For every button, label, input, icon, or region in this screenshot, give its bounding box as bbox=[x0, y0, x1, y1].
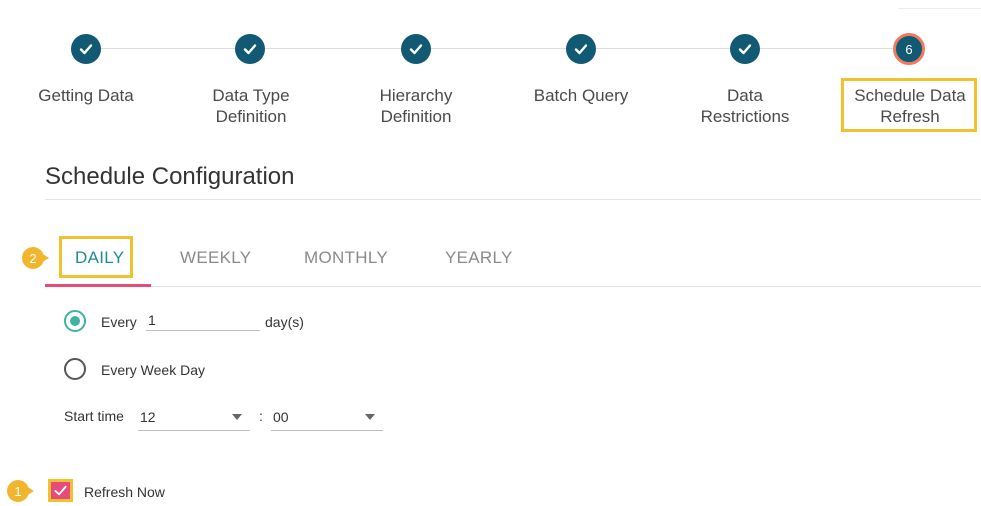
tab-daily[interactable]: DAILY bbox=[75, 248, 124, 268]
step-4-complete[interactable] bbox=[566, 34, 596, 64]
tab-yearly[interactable]: YEARLY bbox=[445, 248, 513, 268]
callout-2: 2 bbox=[22, 247, 49, 273]
hour-value: 12 bbox=[140, 409, 156, 425]
chevron-down-icon bbox=[232, 414, 242, 420]
every-days-radio[interactable] bbox=[64, 310, 86, 332]
every-week-day-label: Every Week Day bbox=[101, 362, 205, 378]
step-connector bbox=[760, 48, 893, 49]
step-label-getting-data: Getting Data bbox=[38, 86, 134, 105]
minute-value: 00 bbox=[273, 409, 289, 425]
step-3-complete[interactable] bbox=[401, 34, 431, 64]
time-separator: : bbox=[259, 408, 263, 424]
minute-select[interactable]: 00 bbox=[271, 409, 383, 431]
chevron-down-icon bbox=[365, 414, 375, 420]
top-divider bbox=[898, 8, 981, 9]
checkmark-icon bbox=[409, 44, 423, 55]
start-time-label: Start time bbox=[64, 408, 124, 424]
callout-1: 1 bbox=[7, 480, 34, 506]
step-connector bbox=[265, 48, 401, 49]
refresh-now-label: Refresh Now bbox=[84, 484, 165, 500]
section-title: Schedule Configuration bbox=[45, 163, 295, 190]
section-divider bbox=[45, 199, 981, 200]
tabs-divider bbox=[45, 286, 981, 287]
step-connector bbox=[101, 48, 235, 49]
callout-arrow-icon bbox=[41, 253, 49, 263]
step-label-data-type-definition: Data Type Definition bbox=[212, 86, 290, 126]
tab-weekly[interactable]: WEEKLY bbox=[180, 248, 251, 268]
active-tab-indicator bbox=[45, 284, 151, 287]
highlight-schedule-step bbox=[841, 78, 977, 132]
step-2-complete[interactable] bbox=[235, 34, 265, 64]
checkmark-icon bbox=[574, 44, 588, 55]
step-label-data-restrictions: Data Restrictions bbox=[700, 86, 790, 126]
step-connector bbox=[596, 48, 730, 49]
checkmark-icon bbox=[738, 44, 752, 55]
step-connector bbox=[431, 48, 566, 49]
every-week-day-radio[interactable] bbox=[64, 358, 86, 380]
step-1-complete[interactable] bbox=[71, 34, 101, 64]
tab-monthly[interactable]: MONTHLY bbox=[304, 248, 388, 268]
callout-arrow-icon bbox=[26, 486, 34, 496]
step-label-hierarchy-definition: Hierarchy Definition bbox=[379, 86, 453, 126]
checkmark-icon bbox=[54, 485, 67, 496]
refresh-now-checkbox[interactable] bbox=[48, 479, 73, 502]
checkmark-icon bbox=[79, 44, 93, 55]
every-days-input[interactable] bbox=[146, 312, 260, 331]
step-5-complete[interactable] bbox=[730, 34, 760, 64]
step-number: 6 bbox=[905, 41, 913, 57]
step-6-current[interactable]: 6 bbox=[893, 33, 925, 65]
step-label-batch-query: Batch Query bbox=[533, 86, 629, 105]
checkmark-icon bbox=[243, 44, 257, 55]
hour-select[interactable]: 12 bbox=[138, 409, 250, 431]
every-label: Every bbox=[101, 314, 137, 330]
days-unit-label: day(s) bbox=[265, 314, 304, 330]
